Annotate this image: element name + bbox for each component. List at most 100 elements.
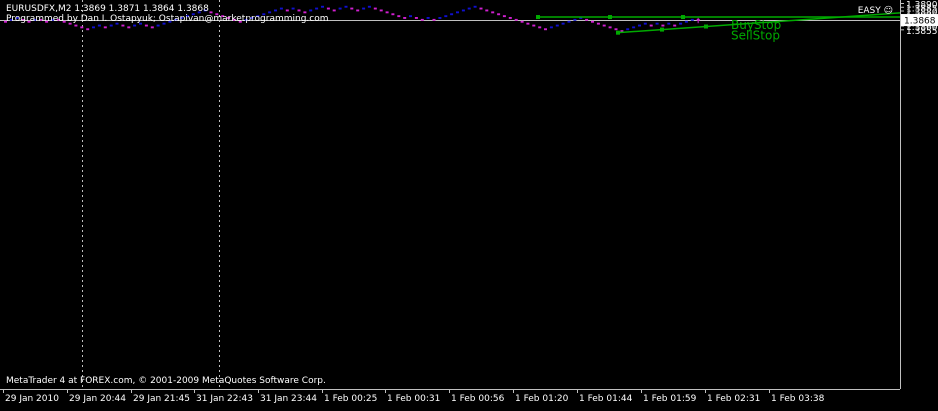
renko-brick-down	[150, 26, 154, 29]
renko-brick-up	[690, 18, 694, 21]
renko-brick-up	[684, 20, 688, 23]
renko-brick-up	[561, 22, 565, 25]
renko-brick-down	[602, 24, 606, 27]
renko-brick-up	[573, 18, 577, 21]
buystop-anchor	[608, 15, 612, 20]
renko-brick-down	[209, 11, 213, 14]
renko-brick-up	[338, 7, 342, 10]
author-info: Programmed by Dan I. Ostapyuk; Ostapivan…	[6, 14, 329, 24]
order-lines[interactable]: BuyStopSellStop	[536, 12, 901, 43]
renko-brick-down	[403, 17, 407, 19]
renko-brick-down	[332, 9, 336, 12]
buystop-anchor	[536, 15, 540, 20]
renko-brick-up	[274, 9, 277, 12]
sellstop-anchor	[704, 24, 708, 29]
renko-brick-down	[86, 28, 90, 31]
renko-brick-down	[591, 20, 594, 23]
renko-brick-up	[467, 7, 471, 10]
x-tick-label: 1 Feb 02:31	[707, 394, 760, 404]
renko-brick-up	[92, 26, 95, 29]
renko-brick-down	[80, 26, 84, 29]
renko-brick-down	[608, 26, 612, 29]
renko-brick-down	[596, 22, 600, 25]
renko-brick-down	[356, 9, 360, 12]
x-tick-label: 29 Jan 20:44	[69, 394, 126, 404]
sellstop-anchor	[660, 27, 664, 32]
renko-brick-down	[538, 26, 542, 29]
x-tick-label: 29 Jan 2010	[5, 394, 59, 404]
renko-brick-up	[279, 7, 283, 10]
renko-brick-up	[626, 28, 630, 31]
x-tick-label: 29 Jan 21:45	[133, 394, 190, 404]
renko-brick-down	[673, 24, 677, 27]
x-tick-label: 1 Feb 01:59	[643, 394, 697, 404]
x-tick-label: 1 Feb 00:56	[451, 394, 505, 404]
renko-brick-up	[268, 11, 272, 14]
chart-area[interactable]: BuyStopSellStop 1.38901.38851.38801.3875…	[0, 0, 938, 407]
renko-brick-up	[362, 7, 366, 10]
renko-brick-up	[655, 22, 659, 25]
renko-brick-down	[585, 18, 589, 21]
renko-brick-up	[344, 5, 348, 8]
renko-brick-down	[520, 20, 524, 23]
renko-brick-down	[491, 11, 495, 14]
renko-brick-up	[667, 22, 671, 25]
x-tick-label: 1 Feb 01:20	[515, 394, 569, 404]
renko-brick-down	[502, 15, 506, 18]
x-tick-label: 1 Feb 00:31	[387, 394, 440, 404]
price-axis: 1.38901.38851.38801.38751.38701.38651.38…	[0, 0, 938, 390]
renko-brick-up	[309, 9, 313, 12]
renko-brick-down	[127, 26, 131, 29]
renko-brick-up	[444, 15, 448, 18]
renko-chart[interactable]: BuyStopSellStop 1.38901.38851.38801.3875…	[0, 0, 938, 407]
sellstop-anchor	[616, 30, 620, 35]
renko-brick-down	[485, 9, 489, 12]
buystop-anchor	[681, 15, 685, 20]
renko-brick-down	[526, 22, 530, 25]
time-axis: 29 Jan 2010 29 Jan 20:44 29 Jan 21:45 31 Ja…	[3, 389, 825, 404]
renko-brick-down	[373, 7, 377, 10]
renko-brick-up	[473, 5, 477, 8]
renko-brick-up	[450, 13, 454, 16]
renko-brick-up	[291, 7, 295, 10]
renko-brick-down	[350, 7, 354, 10]
renko-brick-up	[549, 26, 553, 29]
renko-brick-down	[661, 24, 665, 27]
renko-brick-down	[391, 13, 395, 16]
renko-brick-up	[456, 11, 459, 14]
renko-brick-down	[508, 17, 512, 19]
renko-brick-up	[461, 9, 465, 12]
renko-brick-up	[321, 5, 324, 8]
renko-brick-down	[103, 26, 107, 29]
renko-brick-up	[426, 17, 430, 19]
x-tick-label: 1 Feb 03:38	[771, 394, 825, 404]
renko-brick-up	[315, 7, 319, 10]
day-separators	[82, 0, 220, 389]
renko-brick-up	[367, 5, 371, 8]
renko-brick-down	[497, 13, 501, 16]
copyright-text: MetaTrader 4 at FOREX.com, © 2001-2009 M…	[6, 376, 326, 386]
renko-brick-down	[397, 15, 401, 18]
y-tick-label: 1.3855	[906, 27, 938, 37]
renko-brick-down	[479, 7, 483, 10]
renko-brick-down	[614, 28, 618, 31]
x-tick-label: 1 Feb 00:25	[324, 394, 377, 404]
renko-brick-down	[297, 9, 301, 12]
renko-brick-down	[379, 9, 383, 12]
renko-brick-up	[409, 15, 412, 18]
renko-brick-down	[385, 11, 389, 14]
renko-brick-down	[514, 18, 518, 21]
renko-brick-up	[632, 26, 636, 29]
x-tick-label: 31 Jan 23:44	[260, 394, 317, 404]
renko-brick-up	[555, 24, 559, 27]
renko-brick-down	[326, 7, 330, 10]
renko-brick-up	[638, 24, 641, 27]
renko-brick-down	[420, 18, 424, 21]
renko-brick-down	[532, 24, 536, 27]
renko-brick-up	[438, 17, 442, 19]
renko-brick-down	[414, 17, 418, 19]
renko-brick-down	[432, 18, 436, 21]
renko-brick-up	[679, 22, 683, 25]
renko-brick-down	[303, 11, 307, 14]
x-tick-label: 31 Jan 22:43	[196, 394, 253, 404]
